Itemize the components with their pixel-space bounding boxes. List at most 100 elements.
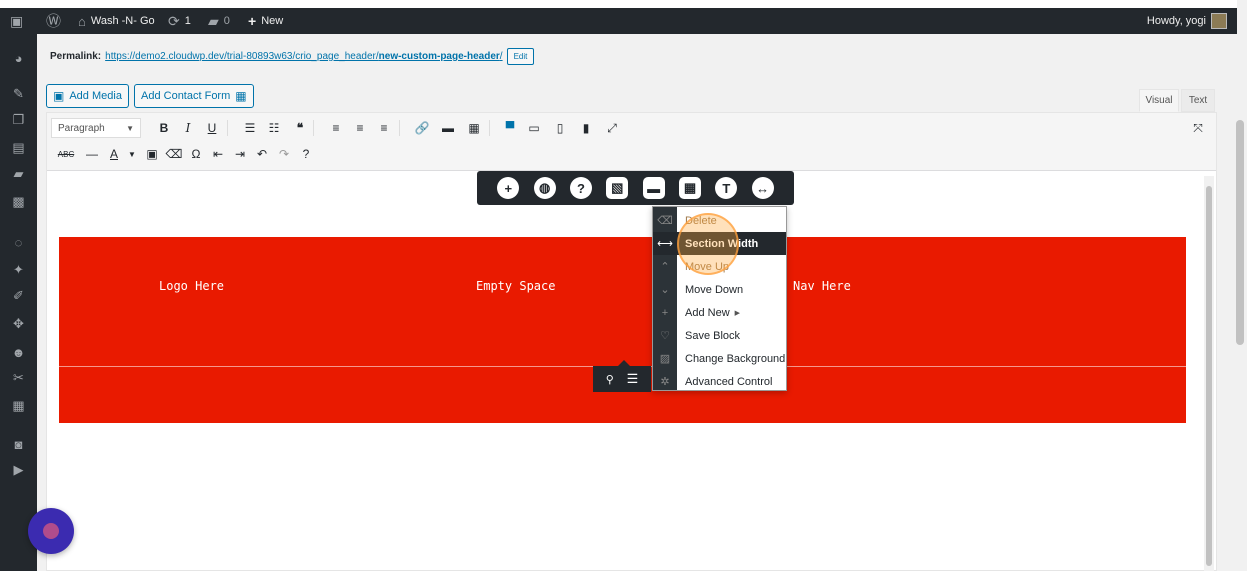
special-char-button[interactable]: Ω [187, 144, 205, 164]
add-media-label: Add Media [69, 90, 122, 102]
bold-button[interactable]: B [155, 118, 173, 138]
updates-count: 1 [184, 15, 191, 27]
format-select[interactable]: Paragraph ▼ [51, 118, 141, 138]
page-scrollbar-thumb[interactable] [1236, 120, 1244, 345]
italic-button[interactable]: I [179, 118, 197, 138]
add-contact-form-button[interactable]: Add Contact Form ▦ [134, 84, 254, 108]
builder-icon[interactable]: ✥ [0, 312, 37, 336]
underline-button[interactable]: U [203, 118, 221, 138]
play-icon[interactable]: ▶ [0, 458, 37, 482]
layout-icon[interactable]: ▦ [678, 177, 701, 199]
permalink-edit-button[interactable]: Edit [506, 48, 535, 65]
settings-icon[interactable]: ▦ [0, 394, 37, 418]
distraction-free-icon[interactable]: ⤧ [1189, 118, 1207, 138]
horizontal-line-icon[interactable]: — [83, 144, 101, 164]
numbered-list-icon[interactable]: ☷ [265, 118, 283, 138]
link-icon[interactable]: 🔗 [413, 118, 431, 138]
zoom-icon[interactable]: ⚲ [606, 373, 614, 386]
menu-item-label: Change Background [685, 352, 786, 365]
background-image-icon: ▨ [659, 353, 671, 365]
my-account[interactable]: Howdy, yogi [1147, 8, 1227, 34]
editor-scrollbar-thumb[interactable] [1206, 186, 1212, 566]
tab-text[interactable]: Text [1181, 89, 1215, 112]
hamburger-menu-icon[interactable]: ☰ [627, 371, 639, 387]
read-more-icon[interactable]: ▬ [439, 118, 457, 138]
width-arrows-icon[interactable]: ↔ [751, 177, 774, 199]
gallery-icon[interactable]: ▬ [642, 177, 665, 199]
editor-scrollbar[interactable] [1204, 176, 1214, 571]
users-icon[interactable]: ☻ [0, 340, 37, 364]
globe-icon[interactable]: ◍ [533, 177, 556, 199]
strikethrough-icon[interactable]: ABC [57, 144, 75, 164]
blockquote-icon[interactable]: ❝ [291, 118, 309, 138]
delete-icon: ⌫ [657, 215, 673, 227]
menu-item-advanced-control[interactable]: ✲ Advanced Control [653, 370, 786, 393]
help-circle-icon[interactable]: ? [569, 177, 592, 199]
add-media-button[interactable]: ▣ Add Media [46, 84, 129, 108]
updates-icon: ⟳ [168, 13, 180, 29]
media-icon[interactable]: ❐ [0, 108, 37, 132]
plugins-icon[interactable]: ✦ [0, 258, 37, 282]
menu-item-move-up[interactable]: ⌃ Move Up [653, 255, 786, 278]
toolbar-row-1: Paragraph ▼ B I U ☰ ☷ ❝ ≡ ≡ ≡ 🔗 ▬ ▦ ▀ ▭ … [47, 115, 1216, 141]
menu-item-save-block[interactable]: ♡ Save Block [653, 324, 786, 347]
image-icon[interactable]: ▧ [606, 177, 629, 199]
help-icon[interactable]: ? [297, 144, 315, 164]
updates-link[interactable]: ⟳ 1 [168, 8, 191, 34]
align-right-icon[interactable]: ≡ [375, 118, 393, 138]
comments-link[interactable]: ▰ 0 [208, 8, 230, 34]
page: ▣ Ⓦ ⌂ Wash -N- Go ⟳ 1 ▰ 0 + New Howdy, y… [0, 0, 1247, 571]
wordpress-icon: Ⓦ [46, 12, 62, 30]
tools-icon[interactable]: ✂ [0, 366, 37, 390]
mobile-preview-icon[interactable]: ▮ [577, 118, 595, 138]
bullet-list-icon[interactable]: ☰ [241, 118, 259, 138]
floating-action-button[interactable] [28, 508, 74, 554]
fullscreen-preview-icon[interactable]: ⤢ [603, 118, 621, 138]
permalink-url-slug: new-custom-page-header [378, 51, 500, 62]
admin-bar: ▣ Ⓦ ⌂ Wash -N- Go ⟳ 1 ▰ 0 + New Howdy, y… [0, 8, 1237, 34]
undo-icon[interactable]: ↶ [253, 144, 271, 164]
outdent-icon[interactable]: ⇤ [209, 144, 227, 164]
chevron-up-icon: ⌃ [660, 261, 670, 273]
permalink-url-base: https://demo2.cloudwp.dev/trial-80893w63… [105, 51, 379, 62]
add-element-icon[interactable]: + [497, 177, 520, 199]
redo-icon[interactable]: ↷ [275, 144, 293, 164]
menu-item-change-background[interactable]: ▨ Change Background [653, 347, 786, 370]
menu-item-delete[interactable]: ⌫ Delete [653, 209, 786, 232]
align-left-icon[interactable]: ≡ [327, 118, 345, 138]
laptop-preview-icon[interactable]: ▭ [525, 118, 543, 138]
menu-item-move-down[interactable]: ⌄ Move Down [653, 278, 786, 301]
new-content-link[interactable]: + New [248, 8, 283, 34]
record-dot-icon [43, 523, 59, 539]
dashboard-icon[interactable]: ◕ [0, 46, 37, 70]
slider-icon[interactable]: ◙ [0, 432, 37, 456]
submenu-arrow-icon: ▶ [734, 309, 741, 317]
menu-item-add-new[interactable]: + Add New ▶ [653, 301, 786, 324]
tab-visual[interactable]: Visual [1139, 89, 1179, 112]
wp-logo[interactable]: Ⓦ [46, 8, 61, 34]
admin-bar-toggle[interactable]: ▣ [10, 8, 23, 34]
comments-icon[interactable]: ▰ [0, 162, 37, 186]
align-center-icon[interactable]: ≡ [351, 118, 369, 138]
edit-icon[interactable]: ✐ [0, 284, 37, 308]
keyboard-icon[interactable]: ▦ [465, 118, 483, 138]
forms-icon[interactable]: ▩ [0, 190, 37, 214]
pages-icon[interactable]: ▤ [0, 136, 37, 160]
text-icon[interactable]: T [715, 177, 738, 199]
chevron-down-icon[interactable]: ▼ [123, 144, 141, 164]
builder-section[interactable]: Logo Here Empty Space Nav Here [59, 237, 1186, 423]
site-name: Wash -N- Go [90, 15, 155, 27]
howdy-text: Howdy, yogi [1146, 15, 1206, 27]
pin-icon[interactable]: ✎ [0, 82, 37, 106]
indent-icon[interactable]: ⇥ [231, 144, 249, 164]
site-name-link[interactable]: ⌂ Wash -N- Go [78, 8, 155, 34]
desktop-preview-icon[interactable]: ▀ [501, 118, 519, 138]
menu-item-section-width[interactable]: ⟷ Section Width [653, 232, 786, 255]
permalink-url[interactable]: https://demo2.cloudwp.dev/trial-80893w63… [105, 51, 502, 62]
tablet-preview-icon[interactable]: ▯ [551, 118, 569, 138]
clear-formatting-icon[interactable]: ⌫ [165, 144, 183, 164]
toolbar-row-2: ABC — A ▼ ▣ ⌫ Ω ⇤ ⇥ ↶ ↷ ? [47, 141, 1216, 167]
text-color-icon[interactable]: A [105, 144, 123, 164]
paste-text-icon[interactable]: ▣ [143, 144, 161, 164]
appearance-icon[interactable]: ◌ [0, 230, 37, 254]
